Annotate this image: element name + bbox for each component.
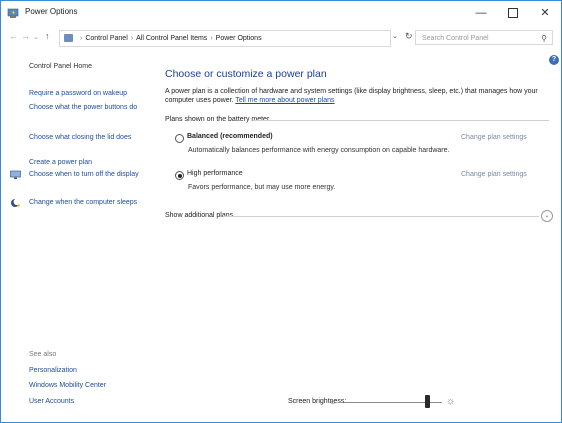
breadcrumb-separator-icon: › (130, 35, 134, 42)
sidebar-link-require-password[interactable]: Require a password on wakeup (29, 89, 147, 98)
search-input[interactable]: Search Control Panel ⚲ (415, 30, 553, 45)
refresh-icon[interactable]: ↻ (405, 31, 413, 42)
minimize-button[interactable]: — (465, 1, 497, 25)
close-icon: ✕ (540, 7, 550, 19)
sidebar-link-computer-sleeps[interactable]: Change when the computer sleeps (29, 198, 147, 207)
back-arrow-icon[interactable]: ← (9, 31, 18, 41)
high-performance-plan-label[interactable]: High performance (187, 170, 243, 177)
display-icon (10, 170, 21, 179)
sidebar-link-closing-lid[interactable]: Choose what closing the lid does (29, 133, 147, 142)
minimize-icon: — (475, 7, 487, 19)
sidebar-link-turn-off-display[interactable]: Choose when to turn off the display (29, 170, 147, 179)
description-text: A power plan is a collection of hardware… (165, 88, 538, 104)
control-panel-home-link[interactable]: Control Panel Home (29, 63, 92, 70)
title-bar[interactable]: Power Options — ✕ (1, 1, 561, 25)
sleep-moon-icon (11, 198, 20, 207)
address-bar[interactable]: › Control Panel › All Control Panel Items › P… (59, 30, 391, 47)
balanced-plan-label[interactable]: Balanced (recommended) (187, 133, 273, 140)
expand-chevron-icon[interactable]: ⌄ (541, 210, 553, 222)
forward-arrow-icon[interactable]: → (21, 31, 30, 41)
address-toolbar: ← → ⌄ ↑ › Control Panel › All Control Panel… (1, 27, 561, 49)
breadcrumb-all-items[interactable]: All Control Panel Items (136, 35, 207, 42)
see-also-personalization[interactable]: Personalization (29, 367, 77, 374)
high-performance-change-settings-link[interactable]: Change plan settings (461, 171, 527, 178)
breadcrumb-separator-icon: › (80, 35, 83, 42)
see-also-user-accounts[interactable]: User Accounts (29, 398, 74, 405)
power-options-icon (7, 8, 19, 18)
breadcrumb-control-panel[interactable]: Control Panel (85, 35, 127, 42)
see-also-mobility-center[interactable]: Windows Mobility Center (29, 382, 106, 389)
balanced-plan-radio[interactable] (175, 134, 184, 143)
recent-locations-chevron-icon[interactable]: ⌄ (33, 33, 39, 41)
breadcrumb-separator-icon: › (210, 35, 213, 42)
search-placeholder: Search Control Panel (422, 35, 489, 42)
breadcrumb-power-options[interactable]: Power Options (216, 35, 262, 42)
page-title: Choose or customize a power plan (165, 68, 327, 80)
window-title: Power Options (25, 7, 78, 16)
additional-plans-divider (223, 216, 539, 217)
maximize-icon (508, 8, 518, 19)
power-plans-help-link[interactable]: Tell me more about power plans (235, 97, 334, 104)
group-divider (253, 120, 549, 121)
brightness-high-icon: ☼ (446, 396, 456, 407)
up-arrow-icon[interactable]: ↑ (45, 31, 50, 41)
screen-brightness-label: Screen brightness: (288, 398, 347, 405)
left-pane: Control Panel Home Require a password on… (1, 49, 149, 422)
high-performance-plan-description: Favors performance, but may use more ene… (188, 184, 336, 191)
balanced-plan-description: Automatically balances performance with … (188, 147, 450, 154)
search-icon: ⚲ (541, 34, 547, 43)
brightness-low-icon: ☼ (329, 397, 337, 406)
sidebar-link-create-plan[interactable]: Create a power plan (29, 158, 147, 167)
help-icon[interactable]: ? (549, 55, 559, 65)
maximize-button[interactable] (497, 1, 529, 25)
brightness-slider-thumb[interactable] (425, 395, 430, 408)
close-button[interactable]: ✕ (529, 1, 561, 25)
high-performance-plan-radio[interactable] (175, 171, 184, 180)
address-dropdown-icon[interactable]: ⌄ (392, 32, 398, 40)
balanced-change-settings-link[interactable]: Change plan settings (461, 134, 527, 141)
page-description: A power plan is a collection of hardware… (165, 87, 551, 105)
sidebar-link-power-buttons[interactable]: Choose what the power buttons do (29, 103, 147, 112)
power-options-window: Power Options — ✕ ← → ⌄ ↑ › Control Panel… (0, 0, 562, 423)
see-also-heading: See also (29, 351, 57, 358)
control-panel-icon (64, 34, 73, 43)
